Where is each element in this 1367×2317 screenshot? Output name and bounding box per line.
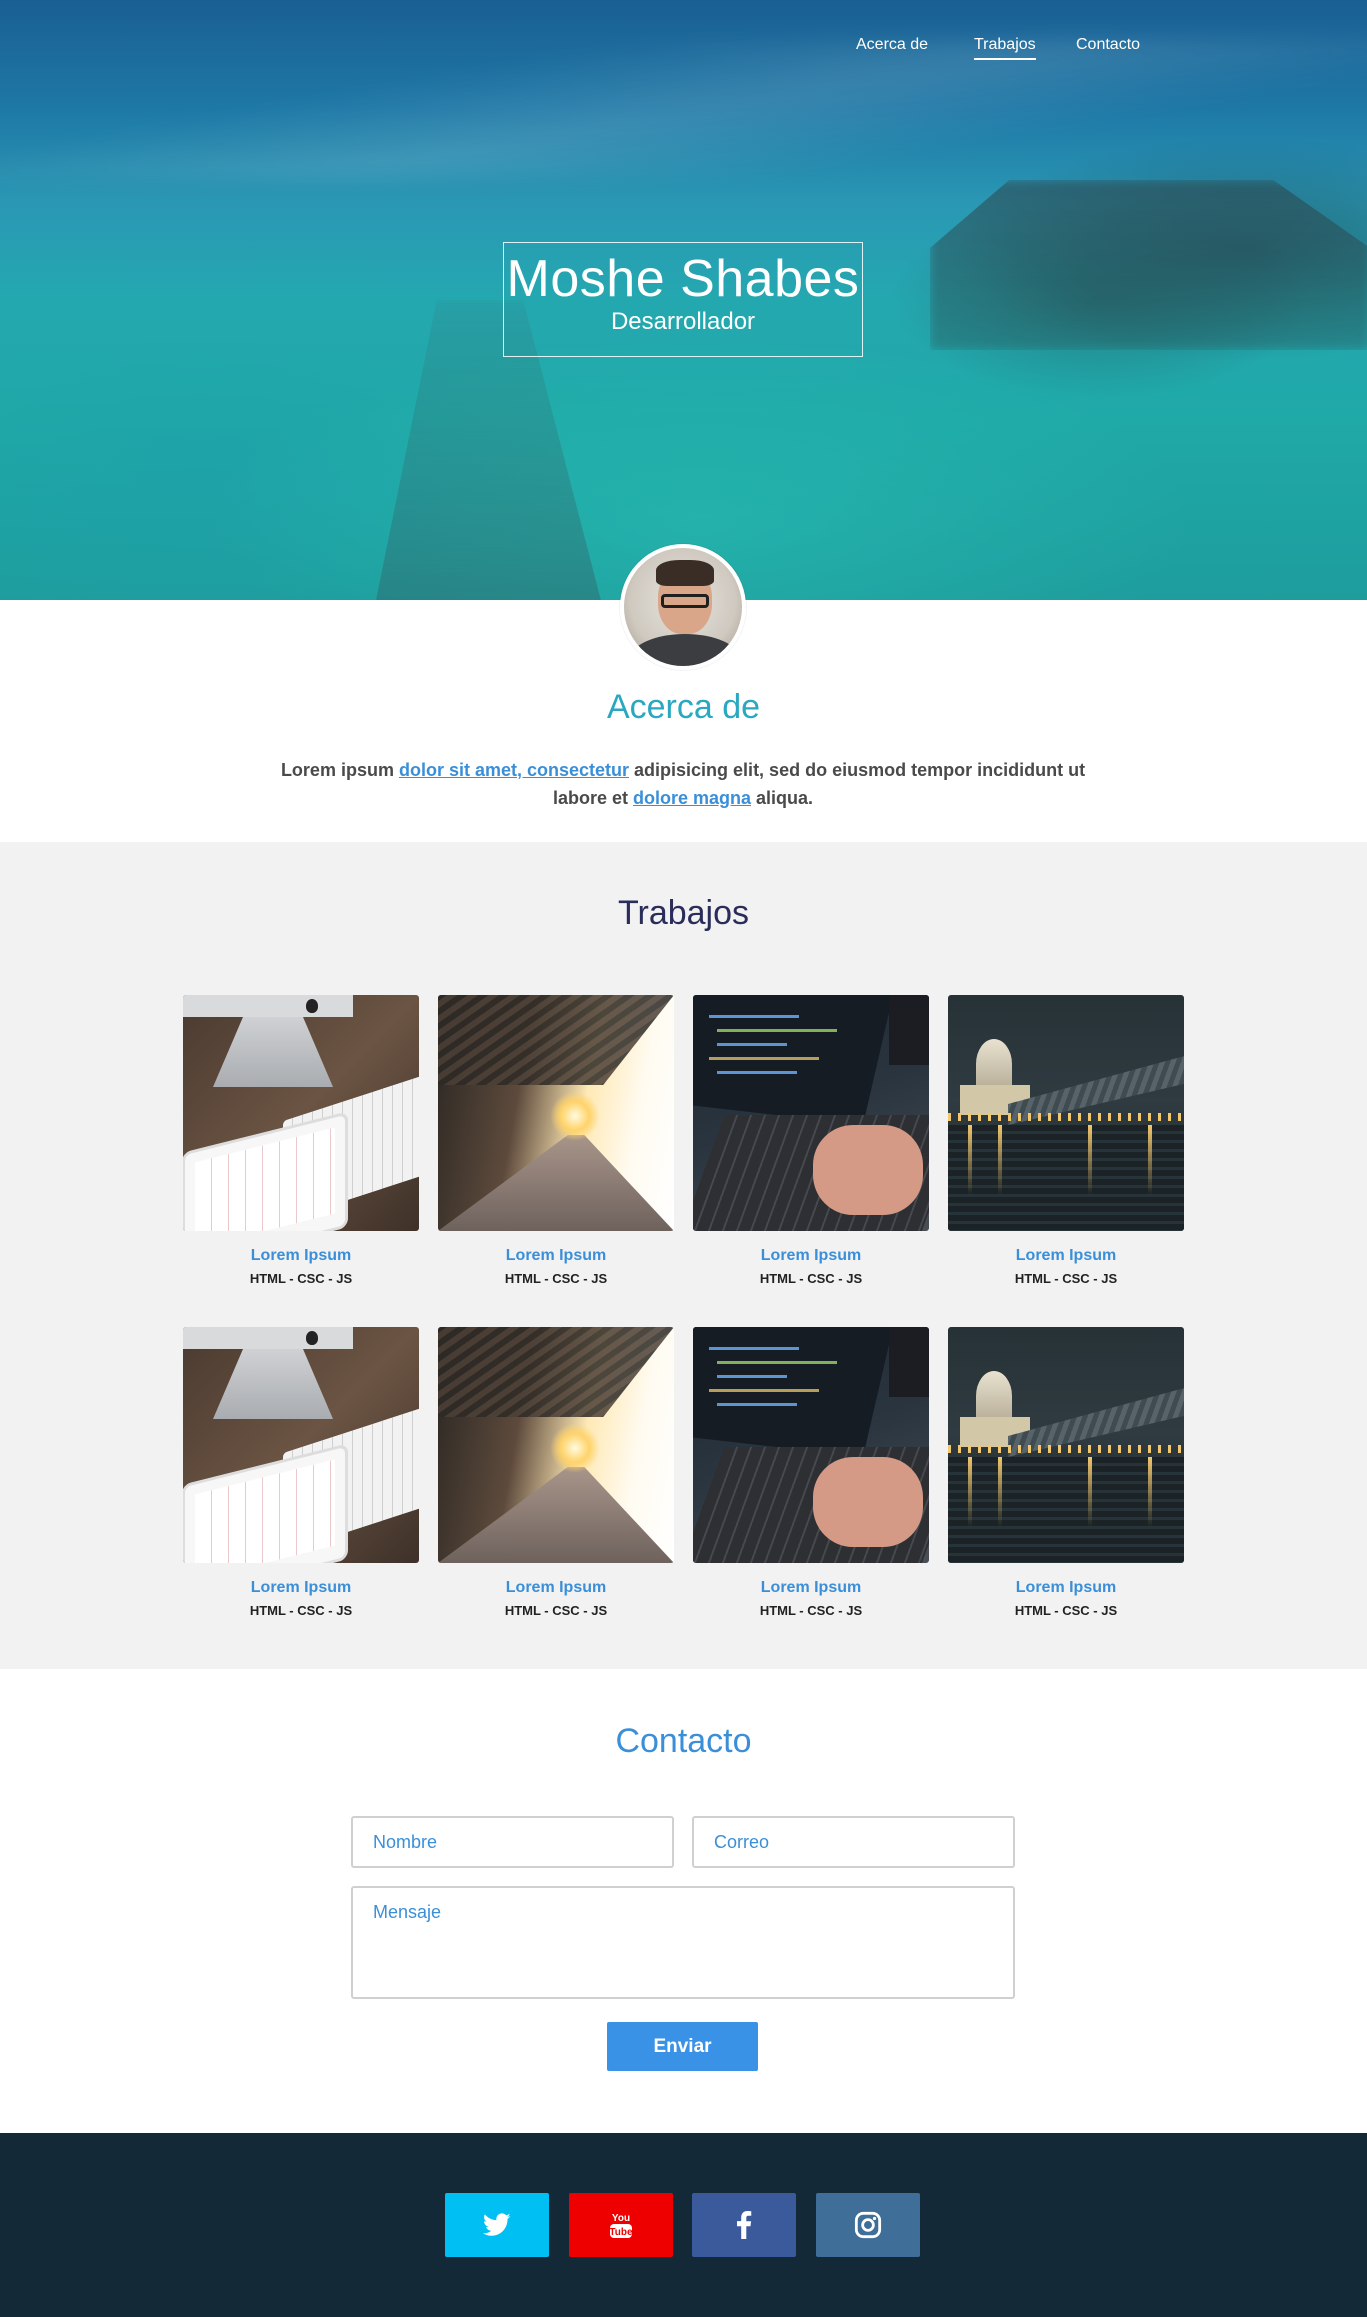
city-night-image[interactable] (948, 1327, 1184, 1563)
work-card-title[interactable]: Lorem Ipsum (438, 1247, 674, 1265)
hero-role: Desarrollador (610, 308, 756, 336)
work-card[interactable]: Lorem Ipsum HTML - CSC - JS (693, 995, 929, 1286)
laptop-code-image[interactable] (693, 1327, 929, 1563)
nav-item-trabajos[interactable]: Trabajos (974, 36, 1036, 60)
work-card[interactable]: Lorem Ipsum HTML - CSC - JS (183, 1327, 419, 1618)
email-field[interactable] (692, 1816, 1015, 1868)
work-card[interactable]: Lorem Ipsum HTML - CSC - JS (183, 995, 419, 1286)
work-card-tags: HTML - CSC - JS (249, 1271, 353, 1286)
work-card[interactable]: Lorem Ipsum HTML - CSC - JS (948, 1327, 1184, 1618)
nav-item-contacto[interactable]: Contacto (1076, 36, 1140, 58)
hero-banner: Acerca de Trabajos Contacto Moshe Shabes… (0, 0, 1367, 600)
nav-item-acerca-de[interactable]: Acerca de (856, 36, 928, 58)
works-section: Trabajos Lorem Ipsum HTML - CSC - JS Lor… (0, 842, 1367, 1669)
works-title: Trabajos (617, 894, 750, 932)
instagram-icon (854, 2211, 882, 2239)
svg-text:Tube: Tube (609, 2227, 633, 2238)
work-card-title[interactable]: Lorem Ipsum (183, 1579, 419, 1597)
laptop-code-image[interactable] (693, 995, 929, 1231)
svg-text:You: You (612, 2213, 630, 2224)
work-card-title[interactable]: Lorem Ipsum (693, 1247, 929, 1265)
avatar (620, 544, 746, 670)
facebook-icon (737, 2211, 752, 2239)
about-text: Lorem ipsum dolor sit amet, consectetur … (280, 760, 1086, 808)
message-field[interactable] (351, 1886, 1015, 1999)
work-card[interactable]: Lorem Ipsum HTML - CSC - JS (438, 995, 674, 1286)
name-field[interactable] (351, 1816, 674, 1868)
about-link-1[interactable]: dolor sit amet, consectetur (399, 760, 629, 780)
hero-hut-image (930, 180, 1367, 350)
submit-button[interactable]: Enviar (607, 2022, 758, 2071)
facebook-button[interactable] (692, 2193, 796, 2257)
hero-name: Moshe Shabes (506, 250, 860, 308)
work-card[interactable]: Lorem Ipsum HTML - CSC - JS (948, 995, 1184, 1286)
main-nav: Acerca de Trabajos Contacto (0, 36, 1367, 62)
instagram-button[interactable] (816, 2193, 920, 2257)
train-station-image[interactable] (438, 1327, 674, 1563)
contact-title: Contacto (615, 1722, 752, 1760)
work-card-tags: HTML - CSC - JS (1014, 1603, 1118, 1618)
hero-title-box: Moshe Shabes Desarrollador (503, 242, 863, 357)
work-card-tags: HTML - CSC - JS (1014, 1271, 1118, 1286)
about-title: Acerca de (606, 688, 761, 726)
desk-image[interactable] (183, 1327, 419, 1563)
desk-image[interactable] (183, 995, 419, 1231)
work-card-tags: HTML - CSC - JS (504, 1603, 608, 1618)
about-link-2[interactable]: dolore magna (633, 788, 751, 808)
work-card-title[interactable]: Lorem Ipsum (948, 1579, 1184, 1597)
work-card-title[interactable]: Lorem Ipsum (438, 1579, 674, 1597)
twitter-icon (483, 2213, 511, 2236)
work-card-title[interactable]: Lorem Ipsum (948, 1247, 1184, 1265)
work-card-tags: HTML - CSC - JS (249, 1603, 353, 1618)
work-card[interactable]: Lorem Ipsum HTML - CSC - JS (438, 1327, 674, 1618)
twitter-button[interactable] (445, 2193, 549, 2257)
work-card-tags: HTML - CSC - JS (759, 1271, 863, 1286)
work-card[interactable]: Lorem Ipsum HTML - CSC - JS (693, 1327, 929, 1618)
footer: You Tube (0, 2133, 1367, 2317)
youtube-button[interactable]: You Tube (569, 2193, 673, 2257)
work-card-tags: HTML - CSC - JS (759, 1603, 863, 1618)
work-card-title[interactable]: Lorem Ipsum (183, 1247, 419, 1265)
train-station-image[interactable] (438, 995, 674, 1231)
youtube-icon: You Tube (609, 2213, 633, 2238)
work-card-title[interactable]: Lorem Ipsum (693, 1579, 929, 1597)
city-night-image[interactable] (948, 995, 1184, 1231)
work-card-tags: HTML - CSC - JS (504, 1271, 608, 1286)
